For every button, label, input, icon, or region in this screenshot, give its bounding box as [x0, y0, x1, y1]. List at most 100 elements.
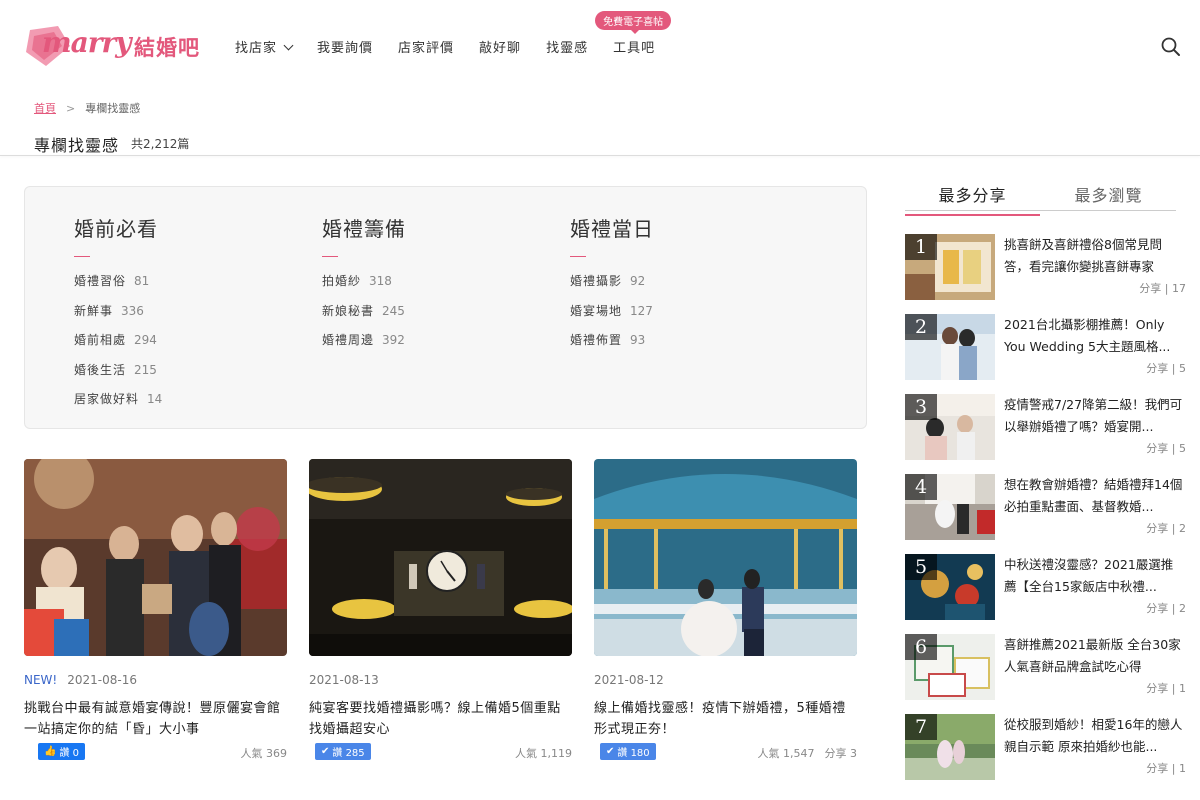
- like-count: 讚 285: [332, 748, 365, 759]
- category-panel: 婚前必看 婚禮習俗 81 新鮮事 336 婚前相處 294 婚後生活 215 居家做好料…: [24, 186, 867, 429]
- category-label: 新鮮事: [74, 303, 114, 318]
- nav-chat-label: 敲好聊: [479, 41, 522, 56]
- tab-most-viewed[interactable]: 最多瀏覽: [1041, 182, 1176, 206]
- ranked-article-thumbnail[interactable]: 1: [905, 234, 995, 300]
- logo-script-text: marry: [42, 26, 132, 59]
- category-item[interactable]: 拍婚紗 318: [322, 272, 552, 302]
- nav-inspiration[interactable]: 找靈感: [546, 37, 588, 56]
- category-label: 拍婚紗: [322, 274, 362, 288]
- article-meta: 2021-08-13: [309, 673, 572, 689]
- article-title[interactable]: 線上備婚找靈感！疫情下辦婚禮，5種婚禮形式現正夯！: [594, 698, 857, 740]
- logo-chinese-text: 結婚吧: [134, 36, 200, 60]
- ranked-article-thumbnail[interactable]: 6: [905, 634, 995, 700]
- category-heading: 婚禮籌備: [322, 217, 406, 241]
- ranked-article-thumbnail[interactable]: 5: [905, 554, 995, 620]
- article-image[interactable]: [24, 459, 287, 656]
- free-invitation-badge[interactable]: 免費電子喜帖: [595, 11, 672, 34]
- ranked-article-title[interactable]: 想在教會辦婚禮？結婚禮拜14個必拍重點畫面、基督教婚...: [1004, 474, 1184, 518]
- category-heading: 婚前必看: [74, 217, 158, 241]
- popularity-count: 人氣 1,547: [757, 747, 815, 760]
- category-underline: [570, 256, 586, 257]
- nav-chat[interactable]: 敲好聊: [479, 37, 521, 56]
- breadcrumb-home-link[interactable]: 首頁: [34, 102, 56, 115]
- nav-reviews[interactable]: 店家評價: [398, 37, 454, 56]
- page-title: 專欄找靈感: [34, 136, 120, 155]
- category-item[interactable]: 新娘秘書 245: [322, 302, 552, 332]
- like-button[interactable]: ✔ 讚 285: [315, 743, 371, 760]
- nav-find-vendors[interactable]: 找店家: [235, 37, 294, 56]
- like-button[interactable]: ✔ 讚 180: [600, 743, 656, 760]
- tab-most-shared[interactable]: 最多分享: [905, 182, 1040, 216]
- category-heading: 婚禮當日: [570, 217, 654, 241]
- ranked-article-title[interactable]: 從校服到婚紗！相愛16年的戀人親自示範 原來拍婚紗也能...: [1004, 714, 1184, 758]
- category-count: 294: [134, 333, 157, 347]
- category-item[interactable]: 婚禮佈置 93: [570, 331, 800, 361]
- rank-number: 6: [905, 634, 937, 660]
- article-date: 2021-08-12: [594, 673, 664, 687]
- nav-find-vendors-label: 找店家: [235, 41, 278, 56]
- article-date: 2021-08-13: [309, 673, 379, 687]
- like-count: 讚 0: [59, 748, 79, 759]
- facebook-like-button[interactable]: 👍 讚 0: [38, 743, 85, 760]
- new-badge: NEW!: [24, 673, 58, 687]
- category-item[interactable]: 居家做好料 14: [74, 390, 304, 420]
- category-label: 婚前相處: [74, 333, 127, 347]
- article-title[interactable]: 純宴客要找婚禮攝影嗎？線上備婚5個重點找婚攝超安心: [309, 698, 572, 740]
- article-image[interactable]: [594, 459, 857, 656]
- checkmark-icon: ✔: [606, 746, 615, 757]
- article-stats: 人氣 1,547 分享 3: [758, 745, 858, 761]
- article-count: 共2,212篇: [131, 137, 190, 151]
- search-icon[interactable]: [1160, 36, 1182, 58]
- category-underline: [322, 256, 338, 257]
- article-card[interactable]: 2021-08-13 純宴客要找婚禮攝影嗎？線上備婚5個重點找婚攝超安心 ✔ 讚 …: [309, 459, 572, 761]
- rank-number: 2: [905, 314, 937, 340]
- category-item[interactable]: 新鮮事 336: [74, 302, 304, 332]
- nav-tools[interactable]: 免費電子喜帖 工具吧: [595, 11, 672, 56]
- article-title[interactable]: 挑戰台中最有誠意婚宴傳說！豐原儷宴會館一站搞定你的結「昏」大小事: [24, 698, 287, 740]
- ranked-article-title[interactable]: 中秋送禮沒靈感？2021嚴選推薦【全台15家飯店中秋禮...: [1004, 554, 1184, 598]
- category-count: 81: [134, 274, 150, 288]
- category-label: 婚禮周邊: [322, 333, 375, 347]
- category-item[interactable]: 婚前相處 294: [74, 331, 304, 361]
- article-image[interactable]: [309, 459, 572, 656]
- article-stats: 人氣 1,119: [515, 745, 572, 761]
- ranked-article[interactable]: 6 喜餅推薦2021最新版 全台30家人氣喜餅品牌盒試吃心得 分享 | 1: [905, 634, 1190, 702]
- ranked-article-thumbnail[interactable]: 7: [905, 714, 995, 780]
- ranked-article[interactable]: 1 挑喜餅及喜餅禮俗8個常見問答，看完讓你變挑喜餅專家 分享 | 17: [905, 234, 1190, 302]
- nav-quote-label: 我要詢價: [317, 41, 374, 56]
- category-underline: [74, 256, 90, 257]
- ranked-article[interactable]: 4 想在教會辦婚禮？結婚禮拜14個必拍重點畫面、基督教婚... 分享 | 2: [905, 474, 1190, 542]
- rank-number: 3: [905, 394, 937, 420]
- article-date: 2021-08-16: [67, 673, 137, 687]
- ranked-article[interactable]: 7 從校服到婚紗！相愛16年的戀人親自示範 原來拍婚紗也能... 分享 | 1: [905, 714, 1190, 782]
- category-count: 14: [147, 392, 163, 406]
- article-card[interactable]: 2021-08-12 線上備婚找靈感！疫情下辦婚禮，5種婚禮形式現正夯！ ✔ 讚 …: [594, 459, 857, 761]
- site-logo[interactable]: marry 結婚吧: [24, 22, 204, 68]
- rank-number: 5: [905, 554, 937, 580]
- ranked-article-thumbnail[interactable]: 3: [905, 394, 995, 460]
- like-count: 讚 180: [617, 748, 650, 759]
- ranked-article-thumbnail[interactable]: 4: [905, 474, 995, 540]
- rank-number: 4: [905, 474, 937, 500]
- ranked-article-title[interactable]: 疫情警戒7/27降第二級！我們可以舉辦婚禮了嗎？婚宴開...: [1004, 394, 1184, 438]
- category-label: 婚後生活: [74, 362, 127, 377]
- nav-quote[interactable]: 我要詢價: [317, 37, 373, 56]
- category-item[interactable]: 婚後生活 215: [74, 361, 304, 391]
- category-item[interactable]: 婚禮攝影 92: [570, 272, 800, 302]
- ranked-article-title[interactable]: 挑喜餅及喜餅禮俗8個常見問答，看完讓你變挑喜餅專家: [1004, 234, 1184, 278]
- share-count: 分享 | 1: [1146, 682, 1186, 695]
- category-item[interactable]: 婚禮周邊 392: [322, 331, 552, 361]
- ranked-article[interactable]: 3 疫情警戒7/27降第二級！我們可以舉辦婚禮了嗎？婚宴開... 分享 | 5: [905, 394, 1190, 462]
- article-footer: ✔ 讚 180 人氣 1,547 分享 3: [594, 743, 857, 761]
- ranked-article[interactable]: 2 2021台北攝影棚推薦！Only You Wedding 5大主題風格...…: [905, 314, 1190, 382]
- category-item[interactable]: 婚宴場地 127: [570, 302, 800, 332]
- ranked-article-title[interactable]: 2021台北攝影棚推薦！Only You Wedding 5大主題風格...: [1004, 314, 1184, 358]
- ranked-article[interactable]: 5 中秋送禮沒靈感？2021嚴選推薦【全台15家飯店中秋禮... 分享 | 2: [905, 554, 1190, 622]
- breadcrumb-separator: >: [66, 102, 76, 115]
- category-count: 93: [630, 333, 646, 347]
- ranked-article-title[interactable]: 喜餅推薦2021最新版 全台30家人氣喜餅品牌盒試吃心得: [1004, 634, 1184, 678]
- category-item[interactable]: 婚禮習俗 81: [74, 272, 304, 302]
- ranked-article-thumbnail[interactable]: 2: [905, 314, 995, 380]
- category-label: 婚宴場地: [570, 303, 623, 318]
- article-card[interactable]: NEW! 2021-08-16 挑戰台中最有誠意婚宴傳說！豐原儷宴會館一站搞定你的…: [24, 459, 287, 761]
